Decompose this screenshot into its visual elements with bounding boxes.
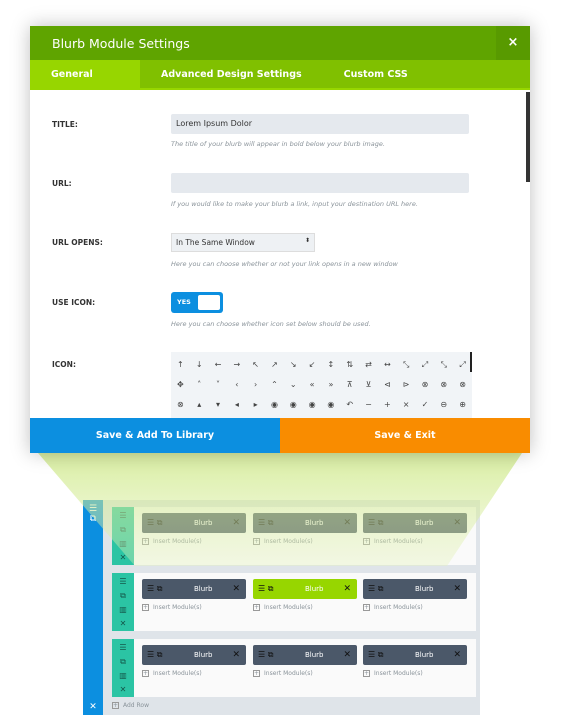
icon-option[interactable]: ✓ [416,395,435,415]
toggle-knob [198,295,220,310]
scrollbar[interactable] [526,92,530,182]
icon-option[interactable]: ⊻ [359,375,378,395]
icon-option[interactable]: × [397,395,416,415]
icon-option[interactable]: ↖ [246,355,265,375]
icon-option[interactable]: ˅ [209,375,228,395]
icon-option[interactable]: ⊕ [453,395,472,415]
icon-option[interactable]: + [378,395,397,415]
title-label: TITLE: [52,120,78,129]
icon-option[interactable]: ↘ [284,355,303,375]
icon-option[interactable]: ◉ [303,395,322,415]
icon-option[interactable]: ◂ [227,395,246,415]
url-input[interactable] [171,173,469,193]
url-opens-label: URL OPENS: [52,238,103,247]
use-icon-hint: Here you can choose whether icon set bel… [171,320,371,328]
icon-picker-scrollbar[interactable] [470,352,472,372]
icon-option[interactable]: ▾ [209,395,228,415]
url-opens-select[interactable]: In The Same Window ⬍ [171,233,315,252]
icon-option[interactable]: ⊼ [340,375,359,395]
icon-option[interactable]: ▴ [190,395,209,415]
icon-option[interactable]: ˄ [190,375,209,395]
icon-option[interactable]: − [359,395,378,415]
use-icon-label: USE ICON: [52,298,96,307]
icon-option[interactable]: ↑ [171,355,190,375]
tab-general-settings[interactable]: General Settings [30,60,140,109]
modal-header: Blurb Module Settings × [30,26,530,60]
close-icon[interactable]: × [496,26,530,60]
use-icon-toggle[interactable]: YES [171,292,223,313]
icon-option[interactable]: ⤡ [397,355,416,375]
icon-option[interactable]: ⌃ [265,375,284,395]
tab-custom-css[interactable]: Custom CSS [323,60,429,88]
icon-option[interactable]: ⤡ [434,355,453,375]
icon-option[interactable]: ⊗ [416,375,435,395]
settings-body: TITLE: Lorem Ipsum Dolor The title of yo… [30,90,530,418]
icon-option[interactable]: ‹ [227,375,246,395]
icon-option[interactable]: ↶ [340,395,359,415]
toggle-label: YES [177,298,191,306]
icon-option[interactable]: ← [209,355,228,375]
icon-option[interactable]: › [246,375,265,395]
title-input[interactable]: Lorem Ipsum Dolor [171,114,469,134]
icon-option[interactable]: ⇄ [359,355,378,375]
blurb-settings-modal: Blurb Module Settings × General Settings… [30,26,530,453]
icon-option[interactable]: ⌄ [284,375,303,395]
icon-option[interactable]: ⊗ [171,395,190,415]
icon-option[interactable]: ✥ [171,375,190,395]
tab-bar: General Settings Advanced Design Setting… [30,60,530,109]
icon-option[interactable]: ◉ [265,395,284,415]
icon-option[interactable]: « [303,375,322,395]
icon-option[interactable]: ⊗ [434,375,453,395]
icon-option[interactable]: ↔ [378,355,397,375]
url-label: URL: [52,179,72,188]
title-hint: The title of your blurb will appear in b… [171,140,385,148]
icon-option[interactable]: ⊲ [378,375,397,395]
icon-option[interactable]: ◉ [322,395,341,415]
icon-option[interactable]: ⤢ [416,355,435,375]
icon-option[interactable]: ⇅ [340,355,359,375]
icon-option[interactable]: ↗ [265,355,284,375]
icon-option[interactable]: » [322,375,341,395]
icon-option[interactable]: ⊗ [453,375,472,395]
url-opens-hint: Here you can choose whether or not your … [171,260,398,268]
url-hint: If you would like to make your blurb a l… [171,200,418,208]
select-arrows-icon: ⬍ [304,237,310,244]
icon-option[interactable]: ▸ [246,395,265,415]
icon-option[interactable]: ◉ [284,395,303,415]
icon-option[interactable]: ↓ [190,355,209,375]
icon-label: ICON: [52,360,76,369]
modal-footer: Save & Add To Library Save & Exit [30,418,530,453]
icon-option[interactable]: ↕ [322,355,341,375]
icon-picker: ↑ ↓ ← → ↖ ↗ ↘ ↙ ↕ ⇅ ⇄ ↔ ⤡ ⤢ ⤡ ⤢ ✥ ˄ ˅ ‹ › ⌃ ⌄ «» ⊼ ⊻ ⊲ ⊳ ⊗ ⊗ ⊗ ⊗ ▴ ▾ ◂ ▸ ◉ ◉ ◉… [171,352,472,418]
icon-option[interactable]: ⊳ [397,375,416,395]
save-exit-button[interactable]: Save & Exit [280,418,530,453]
url-opens-value: In The Same Window [176,238,255,247]
icon-option[interactable]: → [227,355,246,375]
tab-advanced-design-settings[interactable]: Advanced Design Settings [140,60,323,88]
save-add-to-library-button[interactable]: Save & Add To Library [30,418,280,453]
modal-title: Blurb Module Settings [52,36,190,51]
icon-option[interactable]: ↙ [303,355,322,375]
icon-option[interactable]: ⊖ [434,395,453,415]
